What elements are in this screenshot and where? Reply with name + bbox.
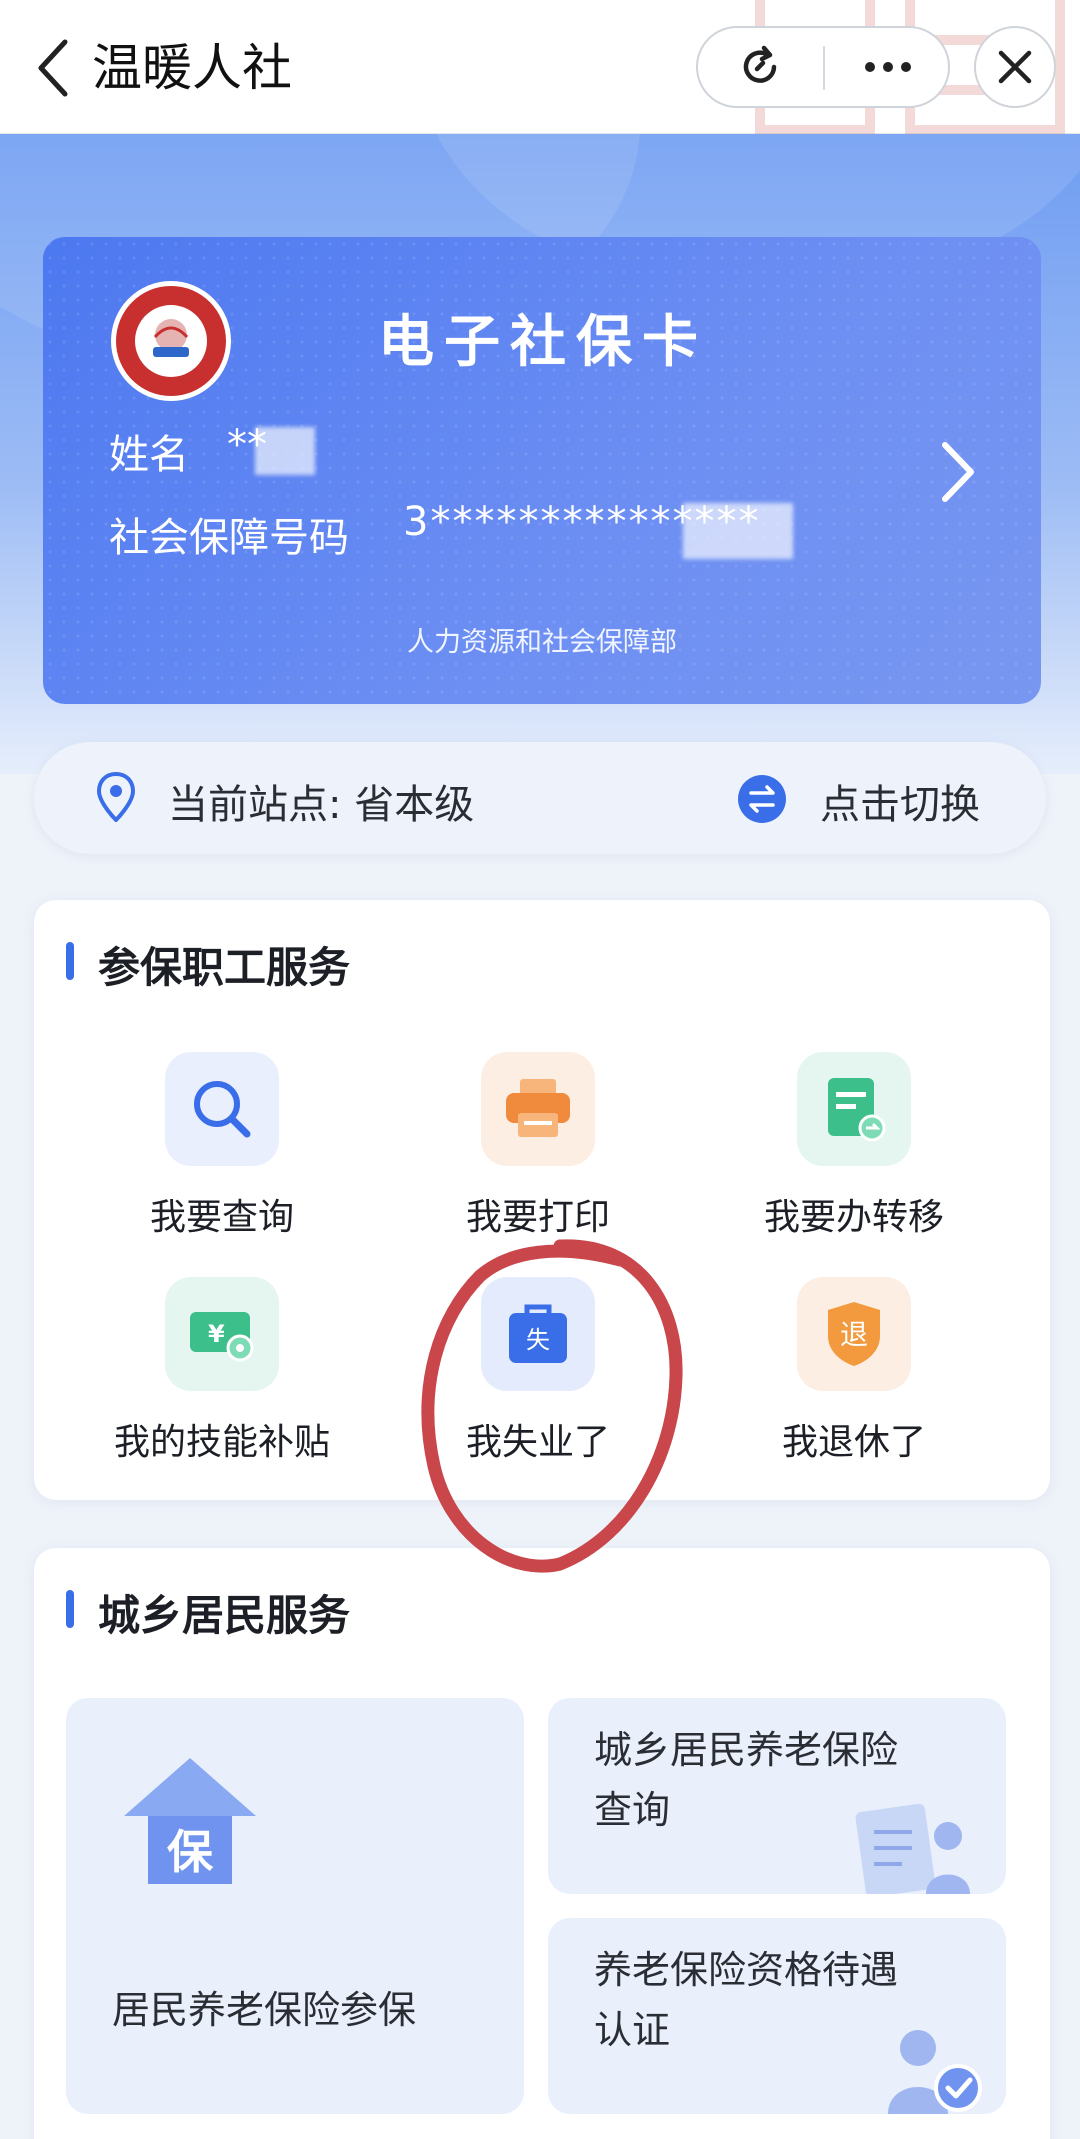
section-title: 城乡居民服务 [98, 1591, 351, 1640]
page-title: 温暖人社 [92, 39, 292, 97]
tile-label-line1: 城乡居民养老保险 [594, 1728, 899, 1772]
card-title: 电子社保卡 [378, 309, 708, 375]
resident-services-section: 城乡居民服务 保 居民养老保险参保 城乡居民养老保险 查询 养老保险资格待遇 认… [34, 1548, 1050, 2139]
privacy-mask [683, 503, 793, 559]
subsidy-ticket-icon: ¥ [165, 1277, 279, 1391]
chevron-left-icon [38, 39, 68, 97]
service-label: 我失业了 [465, 1422, 610, 1463]
navigation-bar: 温暖人社 [0, 0, 1080, 134]
close-icon [998, 50, 1032, 84]
ssn-label: 社会保障号码 [109, 515, 349, 561]
more-dots-icon [865, 62, 911, 72]
section-accent-bar [66, 1590, 74, 1628]
close-button[interactable] [974, 26, 1056, 108]
service-query[interactable]: 我要查询 [62, 1052, 382, 1252]
service-unemployment[interactable]: 失 我失业了 [378, 1277, 698, 1477]
printer-icon [481, 1052, 595, 1166]
service-transfer[interactable]: 我要办转移 [694, 1052, 1014, 1252]
svg-text:失: 失 [526, 1326, 550, 1354]
person-check-icon [888, 2030, 982, 2114]
svg-text:¥: ¥ [208, 1320, 225, 1348]
house-bao-icon: 保 [124, 1758, 256, 1884]
refresh-icon [743, 45, 777, 83]
current-station-label: 当前站点: 省本级 [168, 782, 475, 828]
transfer-doc-icon [797, 1052, 911, 1166]
capsule-divider [823, 46, 825, 90]
mini-program-capsule [696, 26, 950, 108]
social-security-logo-icon [111, 281, 231, 401]
card-issuer: 人力资源和社会保障部 [407, 627, 677, 658]
unemployment-bag-icon: 失 [481, 1277, 595, 1391]
retire-shield-icon: 退 [797, 1277, 911, 1391]
tile-label-line2: 查询 [594, 1788, 671, 1832]
resident-pension-query-tile[interactable]: 城乡居民养老保险 查询 [548, 1698, 1006, 1894]
service-skill-subsidy[interactable]: ¥ 我的技能补贴 [62, 1277, 382, 1477]
section-title: 参保职工服务 [98, 943, 351, 992]
privacy-mask [255, 427, 315, 475]
tile-label-line1: 养老保险资格待遇 [594, 1948, 899, 1992]
pension-qualification-cert-tile[interactable]: 养老保险资格待遇 认证 [548, 1918, 1006, 2114]
service-label: 我的技能补贴 [113, 1422, 330, 1463]
resident-pension-enroll-tile[interactable]: 保 居民养老保险参保 [66, 1698, 524, 2114]
tile-label-line2: 认证 [594, 2008, 671, 2052]
section-accent-bar [66, 942, 74, 980]
current-station-bar: 当前站点: 省本级 点击切换 [34, 742, 1046, 854]
service-retire[interactable]: 退 我退休了 [694, 1277, 1014, 1477]
service-print[interactable]: 我要打印 [378, 1052, 698, 1252]
swap-icon[interactable] [737, 774, 787, 824]
svg-text:退: 退 [840, 1318, 868, 1351]
social-security-card[interactable]: 电子社保卡 姓名 ** 社会保障号码 3*************** 人力资源… [43, 237, 1041, 704]
back-button[interactable] [18, 28, 88, 108]
more-button[interactable] [826, 28, 950, 106]
service-label: 我退休了 [781, 1422, 926, 1463]
document-person-icon [855, 1803, 970, 1894]
service-label: 我要打印 [465, 1197, 610, 1238]
refresh-button[interactable] [698, 28, 822, 106]
location-pin-icon [96, 772, 136, 822]
service-label: 我要办转移 [763, 1197, 944, 1238]
name-label: 姓名 [109, 432, 189, 478]
svg-text:保: 保 [167, 1825, 214, 1879]
switch-station-button[interactable]: 点击切换 [820, 772, 980, 830]
tile-label: 居民养老保险参保 [112, 1988, 417, 2032]
employee-services-section: 参保职工服务 我要查询 我要打印 我要办转移 ¥ 我的技能补贴 失 我失业了 退… [34, 900, 1050, 1500]
service-label: 我要查询 [149, 1197, 294, 1238]
chevron-right-icon [942, 442, 974, 502]
search-icon [165, 1052, 279, 1166]
